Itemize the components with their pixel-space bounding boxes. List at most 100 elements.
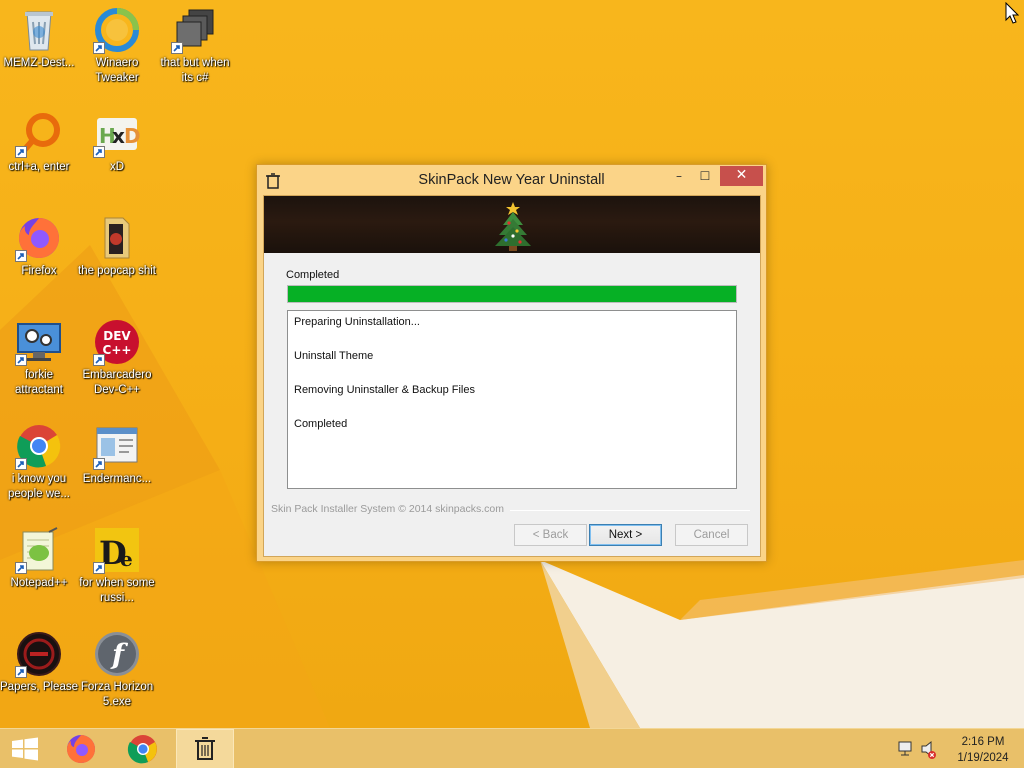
icon-label: for when some russi... xyxy=(79,577,155,604)
log-line: Preparing Uninstallation... xyxy=(294,316,420,328)
shortcut-arrow-icon xyxy=(15,666,27,678)
icon-label: i know you people we... xyxy=(7,473,70,500)
log-line: Uninstall Theme xyxy=(294,350,374,362)
icon-label: Papers, Please xyxy=(0,681,78,693)
shortcut-arrow-icon xyxy=(93,458,105,470)
progress-bar xyxy=(287,285,737,303)
desktop-icon-papers-please[interactable]: Papers, Please xyxy=(0,630,78,695)
notepadpp-icon xyxy=(15,526,63,574)
shortcut-arrow-icon xyxy=(15,354,27,366)
shortcut-arrow-icon xyxy=(93,354,105,366)
firefox-icon xyxy=(67,735,95,763)
status-label: Completed xyxy=(286,269,340,281)
footer-divider xyxy=(510,510,750,511)
desktop-icon-winaero-tweaker[interactable]: Winaero Tweaker xyxy=(78,6,156,86)
folder-icon xyxy=(93,214,141,262)
hxd-icon: HxD xyxy=(93,110,141,158)
shortcut-arrow-icon xyxy=(15,562,27,574)
progress-fill xyxy=(288,286,736,302)
winaero-icon xyxy=(93,6,141,54)
dialog-titlebar[interactable]: SkinPack New Year Uninstall – ☐ ✕ xyxy=(257,165,766,195)
shortcut-arrow-icon xyxy=(93,42,105,54)
desktop-icon-for-when-some-russi[interactable]: De for when some russi... xyxy=(78,526,156,606)
desktop: MEMZ-Dest... ctrl+a, enter Firefox forki… xyxy=(0,0,1024,728)
christmas-tree-icon xyxy=(495,202,531,251)
desktop-icon-forkie-attractant[interactable]: forkie attractant xyxy=(0,318,78,398)
icon-label: that but when its c# xyxy=(160,57,230,84)
icon-label: the popcap shit xyxy=(78,265,157,277)
shortcut-arrow-icon xyxy=(15,458,27,470)
skinpack-uninstall-dialog: SkinPack New Year Uninstall – ☐ ✕ Comple… xyxy=(256,164,767,562)
monitor-gear-icon xyxy=(15,318,63,366)
next-button[interactable]: Next > xyxy=(589,524,662,546)
icon-label: Notepad++ xyxy=(10,577,68,589)
recycle-bin-icon xyxy=(15,6,63,54)
desktop-icon-endermanch[interactable]: Endermanc... xyxy=(78,422,156,487)
desktop-icon-firefox[interactable]: Firefox xyxy=(0,214,78,279)
desktop-icon-forza-horizon-5[interactable]: f Forza Horizon 5.exe xyxy=(78,630,156,710)
taskbar-chrome[interactable] xyxy=(118,729,168,768)
devcpp-icon: DEV C++ xyxy=(93,318,141,366)
svg-text:D: D xyxy=(124,124,141,148)
icon-label: xD xyxy=(109,161,125,173)
chrome-icon xyxy=(15,422,63,470)
icon-label: Winaero Tweaker xyxy=(95,57,139,84)
desktop-icon-devcpp[interactable]: DEV C++ Embarcadero Dev-C++ xyxy=(78,318,156,398)
clock-date: 1/19/2024 xyxy=(957,752,1009,764)
shortcut-arrow-icon xyxy=(171,42,183,54)
mouse-cursor-icon xyxy=(1005,2,1019,24)
icon-label: forkie attractant xyxy=(15,369,63,396)
de-icon: De xyxy=(93,526,141,574)
windows-logo-icon xyxy=(12,737,38,761)
desktop-icon-memz[interactable]: MEMZ-Dest... xyxy=(0,6,78,71)
magnifier-ring-icon xyxy=(15,110,63,158)
svg-text:C++: C++ xyxy=(103,343,132,357)
taskbar-clock[interactable]: 2:16 PM 1/19/2024 xyxy=(946,734,1020,766)
taskbar-firefox[interactable] xyxy=(56,729,106,768)
app-window-icon xyxy=(93,422,141,470)
desktop-icon-ctrl-a-enter[interactable]: ctrl+a, enter xyxy=(0,110,78,175)
dialog-client-area: Completed Preparing Uninstallation... Un… xyxy=(263,195,761,557)
start-button[interactable] xyxy=(0,729,50,768)
icon-label: Firefox xyxy=(21,265,57,277)
desktop-icon-that-but-when-its-csharp[interactable]: that but when its c# xyxy=(156,6,234,86)
system-tray xyxy=(896,729,942,768)
network-icon[interactable] xyxy=(898,741,912,756)
svg-text:DEV: DEV xyxy=(103,329,131,343)
svg-text:e: e xyxy=(120,547,133,571)
papers-please-icon xyxy=(15,630,63,678)
shortcut-arrow-icon xyxy=(15,146,27,158)
minimize-button[interactable]: – xyxy=(667,167,691,187)
flash-icon: f xyxy=(93,630,141,678)
log-line: Completed xyxy=(294,418,348,430)
icon-label: ctrl+a, enter xyxy=(8,161,70,173)
shortcut-arrow-icon xyxy=(93,562,105,574)
taskbar-skinpack-uninstaller[interactable] xyxy=(176,729,234,768)
icon-label: Forza Horizon 5.exe xyxy=(80,681,154,708)
icon-label: MEMZ-Dest... xyxy=(3,57,75,69)
desktop-icon-notepadpp[interactable]: Notepad++ xyxy=(0,526,78,591)
maximize-button[interactable]: ☐ xyxy=(693,167,717,187)
cancel-button[interactable]: Cancel xyxy=(675,524,748,546)
clock-time: 2:16 PM xyxy=(961,736,1005,748)
icon-label: Embarcadero Dev-C++ xyxy=(82,369,152,396)
log-line: Removing Uninstaller & Backup Files xyxy=(294,384,475,396)
trash-can-icon xyxy=(195,737,215,760)
desktop-icon-xd[interactable]: HxD xD xyxy=(78,110,156,175)
taskbar: 2:16 PM 1/19/2024 xyxy=(0,728,1024,768)
volume-muted-icon[interactable] xyxy=(921,740,936,759)
back-button[interactable]: < Back xyxy=(514,524,587,546)
desktop-icon-i-know-you-people[interactable]: i know you people we... xyxy=(0,422,78,502)
close-button[interactable]: ✕ xyxy=(720,166,763,186)
firefox-icon xyxy=(15,214,63,262)
footer-copyright: Skin Pack Installer System © 2014 skinpa… xyxy=(271,503,504,515)
uninstall-log[interactable]: Preparing Uninstallation... Uninstall Th… xyxy=(287,310,737,489)
shortcut-arrow-icon xyxy=(15,250,27,262)
icon-label: Endermanc... xyxy=(82,473,152,485)
stacked-windows-icon xyxy=(171,6,219,54)
tray-icons xyxy=(898,740,936,759)
shortcut-arrow-icon xyxy=(93,146,105,158)
chrome-icon xyxy=(127,735,157,764)
header-banner xyxy=(264,196,760,253)
desktop-icon-popcap[interactable]: the popcap shit xyxy=(78,214,156,279)
